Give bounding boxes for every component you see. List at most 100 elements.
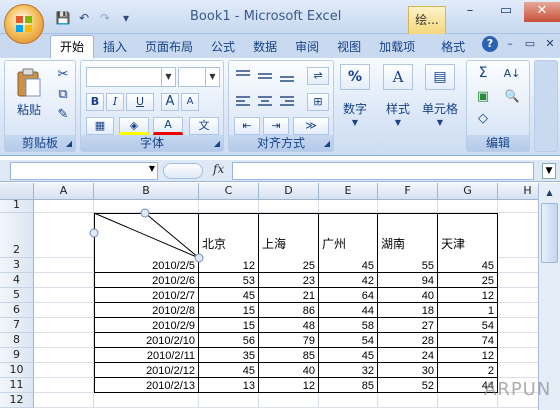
phonetic-button[interactable]: 文 xyxy=(189,117,219,135)
clear-icon[interactable]: ◇ xyxy=(471,111,495,126)
value-cell[interactable]: 54 xyxy=(319,333,378,348)
value-cell[interactable]: 85 xyxy=(259,348,319,363)
empty-cell[interactable] xyxy=(34,288,94,303)
value-cell[interactable]: 28 xyxy=(378,333,438,348)
font-name-combo[interactable]: ▼ xyxy=(86,67,176,87)
row-header-3[interactable]: 3 xyxy=(0,258,34,273)
cells-icon[interactable]: ▤ xyxy=(425,64,455,90)
font-launcher-icon[interactable]: ◢ xyxy=(214,139,220,148)
row-header-5[interactable]: 5 xyxy=(0,288,34,303)
row-header-8[interactable]: 8 xyxy=(0,333,34,348)
value-cell[interactable]: 15 xyxy=(199,318,259,333)
font-color-button[interactable]: A xyxy=(153,117,183,135)
find-select-icon[interactable]: 🔍 xyxy=(499,89,525,103)
sort-filter-icon[interactable]: A↓ xyxy=(499,67,525,80)
empty-cell[interactable] xyxy=(34,200,94,213)
chevron-down-icon[interactable]: ▼ xyxy=(378,118,418,127)
chevron-down-icon[interactable]: ▼ xyxy=(149,164,155,173)
number-format-icon[interactable]: % xyxy=(340,64,370,90)
copy-icon[interactable]: ⧉ xyxy=(55,87,71,102)
row-header-2[interactable]: 2 xyxy=(0,213,34,258)
tab-insert[interactable]: 插入 xyxy=(94,36,136,58)
row-header-10[interactable]: 10 xyxy=(0,363,34,378)
bold-button[interactable]: B xyxy=(86,93,104,111)
value-cell[interactable]: 54 xyxy=(438,318,498,333)
customize-qat-icon[interactable]: ▾ xyxy=(117,9,135,27)
value-cell[interactable]: 12 xyxy=(438,348,498,363)
value-cell[interactable]: 21 xyxy=(259,288,319,303)
border-button[interactable]: ▦ xyxy=(86,117,114,135)
value-cell[interactable]: 15 xyxy=(199,303,259,318)
column-header-e[interactable]: E xyxy=(319,183,378,200)
tab-format[interactable]: 格式 xyxy=(432,36,474,58)
value-cell[interactable]: 64 xyxy=(319,288,378,303)
office-button[interactable] xyxy=(4,4,44,44)
row-header-11[interactable]: 11 xyxy=(0,378,34,393)
date-cell[interactable]: 2010/2/10 xyxy=(94,333,199,348)
wrap-text-button[interactable]: ⇌ xyxy=(307,67,329,85)
empty-cell[interactable] xyxy=(34,378,94,393)
value-cell[interactable]: 45 xyxy=(199,288,259,303)
drawing-tools-context-tab[interactable]: 绘... xyxy=(408,6,446,34)
tab-page-layout[interactable]: 页面布局 xyxy=(136,36,202,58)
column-header-g[interactable]: G xyxy=(438,183,498,200)
name-box[interactable]: ▼ xyxy=(10,162,158,180)
empty-cell[interactable] xyxy=(259,393,319,408)
empty-cell[interactable] xyxy=(34,393,94,408)
value-cell[interactable]: 44 xyxy=(319,303,378,318)
row-header-6[interactable]: 6 xyxy=(0,303,34,318)
insert-function-icon[interactable]: fx xyxy=(213,162,224,176)
row-header-1[interactable]: 1 xyxy=(0,198,34,213)
redo-icon[interactable]: ↷ xyxy=(96,9,114,27)
date-cell[interactable]: 2010/2/8 xyxy=(94,303,199,318)
date-cell[interactable]: 2010/2/7 xyxy=(94,288,199,303)
value-cell[interactable]: 24 xyxy=(378,348,438,363)
empty-cell[interactable] xyxy=(378,393,438,408)
value-cell[interactable]: 45 xyxy=(438,258,498,273)
value-cell[interactable]: 48 xyxy=(259,318,319,333)
scroll-up-icon[interactable]: ▲ xyxy=(541,185,558,200)
row-header-4[interactable]: 4 xyxy=(0,273,34,288)
empty-cell[interactable] xyxy=(94,393,199,408)
save-icon[interactable]: 💾 xyxy=(54,9,72,27)
value-cell[interactable]: 25 xyxy=(438,273,498,288)
date-cell[interactable]: 2010/2/11 xyxy=(94,348,199,363)
column-header-c[interactable]: C xyxy=(199,183,259,200)
value-cell[interactable]: 1 xyxy=(438,303,498,318)
empty-cell[interactable] xyxy=(319,200,378,213)
value-cell[interactable]: 40 xyxy=(378,288,438,303)
fill-color-button[interactable]: ◈ xyxy=(119,117,149,135)
formula-input[interactable] xyxy=(232,162,534,180)
value-cell[interactable]: 85 xyxy=(319,378,378,393)
vertical-scrollbar[interactable]: ▲ xyxy=(538,183,560,410)
underline-button[interactable]: U xyxy=(126,93,154,111)
value-cell[interactable]: 40 xyxy=(259,363,319,378)
grow-font-button[interactable]: A xyxy=(161,93,179,111)
value-cell[interactable]: 74 xyxy=(438,333,498,348)
column-header-a[interactable]: A xyxy=(34,183,94,200)
scroll-thumb[interactable] xyxy=(541,203,558,263)
value-cell[interactable]: 58 xyxy=(319,318,378,333)
increase-indent-icon[interactable]: ⇥ xyxy=(263,117,289,135)
value-cell[interactable]: 94 xyxy=(378,273,438,288)
value-cell[interactable]: 18 xyxy=(378,303,438,318)
styles-label[interactable]: 样式 xyxy=(378,100,418,117)
empty-cell[interactable] xyxy=(94,200,199,213)
value-cell[interactable]: 12 xyxy=(259,378,319,393)
empty-cell[interactable] xyxy=(378,200,438,213)
merge-center-button[interactable]: ⊞ xyxy=(307,93,329,111)
value-cell[interactable]: 2 xyxy=(438,363,498,378)
shrink-font-button[interactable]: A xyxy=(181,93,199,111)
workbook-restore-button[interactable]: ▭ xyxy=(522,36,538,52)
close-button[interactable]: ✕ xyxy=(524,2,560,22)
value-cell[interactable]: 42 xyxy=(319,273,378,288)
tab-home[interactable]: 开始 xyxy=(50,35,95,58)
vertical-align-icons[interactable] xyxy=(233,67,303,85)
date-cell[interactable]: 2010/2/5 xyxy=(94,258,199,273)
row-header-7[interactable]: 7 xyxy=(0,318,34,333)
number-label[interactable]: 数字 xyxy=(338,100,372,117)
value-cell[interactable]: 86 xyxy=(259,303,319,318)
orientation-button[interactable]: ≫ xyxy=(293,117,329,135)
decrease-indent-icon[interactable]: ⇤ xyxy=(234,117,260,135)
value-cell[interactable]: 45 xyxy=(319,258,378,273)
